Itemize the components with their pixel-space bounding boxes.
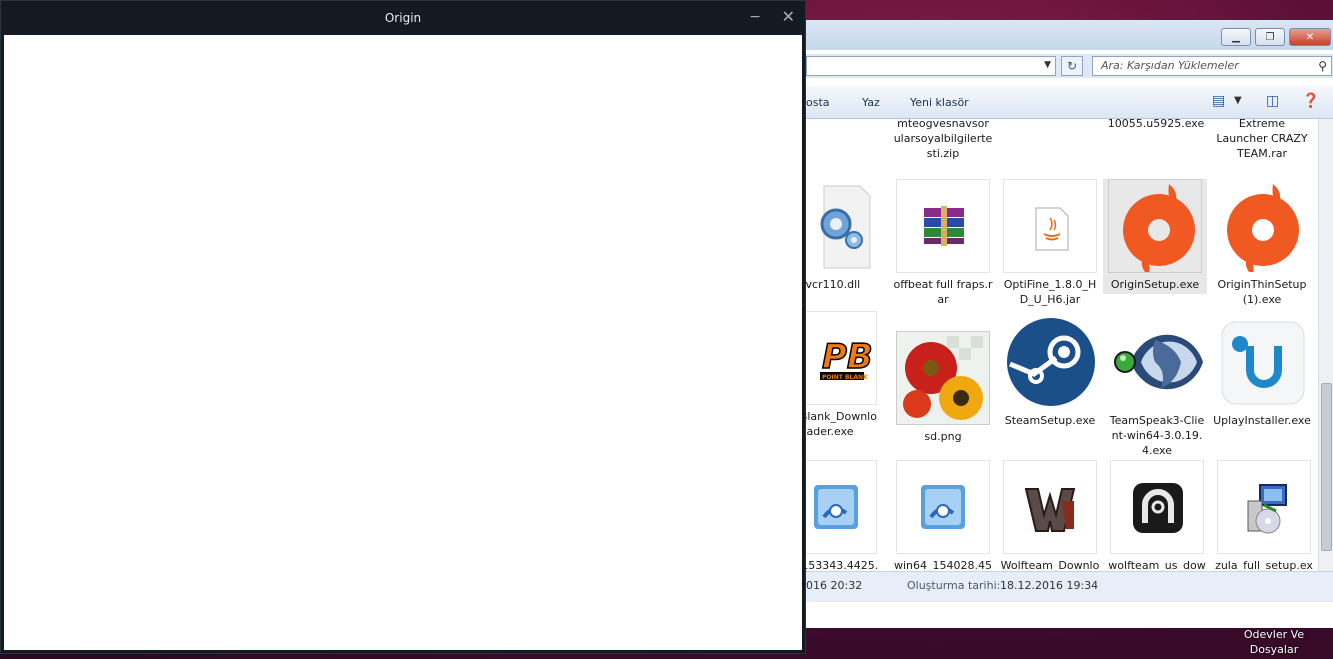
minimize-button[interactable]: ▁ [1221, 28, 1251, 46]
search-icon[interactable]: ⚲ [1318, 57, 1327, 75]
modified-date-value: 016 20:32 [806, 579, 863, 592]
uplay-logo-icon [1215, 315, 1309, 409]
list-item[interactable]: offbeat full fraps.rar [891, 179, 995, 307]
maximize-icon: ❐ [1265, 31, 1275, 43]
file-name: OriginSetup.exe [1110, 278, 1200, 291]
refresh-icon: ↻ [1066, 59, 1078, 73]
address-bar[interactable]: ▼ [806, 56, 1056, 76]
chevron-down-icon[interactable]: ▼ [1234, 95, 1242, 106]
file-name: Wolfteam_Downloader.exe [1000, 559, 1100, 571]
refresh-button[interactable]: ↻ [1061, 56, 1083, 76]
list-item[interactable]: svcr110.dll [806, 179, 882, 292]
list-item[interactable]: win64_154028.4501.exe [891, 460, 995, 571]
installer-cd-icon [806, 460, 877, 554]
vertical-scrollbar[interactable] [1318, 119, 1333, 571]
origin-logo-icon [1108, 179, 1202, 273]
installer-cd-icon [896, 460, 990, 554]
maximize-button[interactable]: ❐ [1255, 28, 1285, 46]
wolfteam-w-icon [1003, 460, 1097, 554]
svg-text:PB: PB [822, 337, 873, 377]
list-item[interactable]: wolfteam_us_downloader.exe [1105, 460, 1209, 571]
dll-gear-icon [806, 179, 877, 273]
search-input[interactable]: Ara: Karşıdan Yüklemeler ⚲ [1092, 56, 1332, 76]
file-name: OriginThinSetup (1).exe [1217, 278, 1307, 306]
burn-button[interactable]: Yaz [862, 96, 880, 109]
file-name: SteamSetup.exe [1004, 414, 1096, 427]
desktop-shortcut-label[interactable]: Odevler Ve Dosyalar [1238, 627, 1310, 657]
origin-titlebar[interactable]: Origin [1, 1, 805, 35]
file-explorer-window: ▁ ❐ ✕ ▼ ↻ Ara: Karşıdan Yüklemeler ⚲ ost… [805, 20, 1333, 628]
origin-content-area [4, 35, 802, 650]
list-item-selected[interactable]: OriginSetup.exe [1103, 179, 1207, 294]
list-item[interactable]: Wolfteam_Downloader.exe [998, 460, 1102, 571]
list-item[interactable]: OptiFine_1.8.0_HD_U_H6.jar [998, 179, 1102, 307]
created-date-label: Oluşturma tarihi: [907, 579, 1001, 592]
view-options-icon[interactable]: ▤ [1212, 93, 1225, 109]
file-name: TeamSpeak3-Client-win64-3.0.19.4.exe [1109, 414, 1205, 457]
file-name: OptiFine_1.8.0_HD_U_H6.jar [1003, 278, 1097, 306]
wolfteam-a-icon [1110, 460, 1204, 554]
file-name: UplayInstaller.exe [1213, 414, 1311, 427]
origin-logo-icon [1215, 179, 1309, 273]
close-button[interactable]: ✕ [1289, 28, 1331, 46]
minimize-icon: ▁ [1232, 31, 1240, 43]
list-item[interactable]: zula_full_setup.exe [1212, 460, 1316, 571]
flower-image-icon [896, 331, 990, 425]
list-item[interactable]: TeamSpeak3-Client-win64-3.0.19.4.exe [1105, 315, 1209, 458]
winrar-archive-icon [896, 179, 990, 273]
file-name: wolfteam_us_downloader.exe [1108, 559, 1206, 571]
list-item-name[interactable]: mteogvesnavsor ularsoyalbilgilerte sti.z… [891, 119, 995, 161]
list-item-name[interactable]: Extreme Launcher CRAZY TEAM.rar [1210, 119, 1314, 161]
list-item[interactable]: UplayInstaller.exe [1210, 315, 1314, 428]
list-item-name[interactable]: 10055.u5925.exe [1104, 119, 1208, 131]
preview-pane-icon[interactable]: ◫ [1266, 93, 1279, 109]
list-item[interactable]: 64_153343.4425.exe [806, 460, 882, 571]
command-toolbar: osta Yaz Yeni klasör ▤ ▼ ◫ ❓ [806, 86, 1333, 119]
file-name: offbeat full fraps.rar [893, 278, 993, 306]
steam-logo-icon [1003, 315, 1097, 409]
svg-text:POINT BLANK: POINT BLANK [822, 374, 868, 381]
new-folder-button[interactable]: Yeni klasör [910, 96, 969, 109]
list-item[interactable]: PB POINT BLANK nt_Blank_Downloader.exe [806, 311, 882, 439]
setup-computer-icon [1217, 460, 1311, 554]
list-item[interactable]: SteamSetup.exe [998, 315, 1102, 428]
email-button[interactable]: osta [806, 96, 830, 109]
explorer-titlebar: ▁ ❐ ✕ [806, 20, 1333, 50]
teamspeak-logo-icon [1110, 315, 1204, 409]
minimize-icon[interactable]: − [749, 9, 761, 25]
list-item[interactable]: sd.png [891, 331, 995, 444]
file-name: nt_Blank_Downloader.exe [806, 410, 877, 438]
file-name: 64_153343.4425.exe [806, 559, 879, 571]
scrollbar-thumb[interactable] [1321, 383, 1332, 551]
address-row: ▼ ↻ Ara: Karşıdan Yüklemeler ⚲ [806, 54, 1333, 78]
window-title: Origin [384, 11, 422, 25]
point-blank-icon: PB POINT BLANK [806, 311, 877, 405]
created-date-value: 18.12.2016 19:34 [1000, 579, 1099, 592]
list-item[interactable]: OriginThinSetup (1).exe [1210, 179, 1314, 307]
origin-window: Origin − ✕ [0, 0, 806, 654]
help-icon[interactable]: ❓ [1302, 93, 1319, 109]
close-icon: ✕ [1305, 31, 1315, 43]
file-name: svcr110.dll [806, 278, 861, 291]
file-list: mteogvesnavsor ularsoyalbilgilerte sti.z… [806, 119, 1319, 571]
search-placeholder: Ara: Karşıdan Yüklemeler [1101, 59, 1239, 72]
close-icon[interactable]: ✕ [782, 7, 795, 26]
details-pane: 016 20:32 Oluşturma tarihi: 18.12.2016 1… [806, 571, 1333, 602]
file-name: sd.png [924, 430, 962, 443]
java-jar-icon [1003, 179, 1097, 273]
chevron-down-icon[interactable]: ▼ [1044, 60, 1051, 70]
file-name: zula_full_setup.exe [1215, 559, 1313, 571]
file-name: win64_154028.4501.exe [893, 559, 992, 571]
